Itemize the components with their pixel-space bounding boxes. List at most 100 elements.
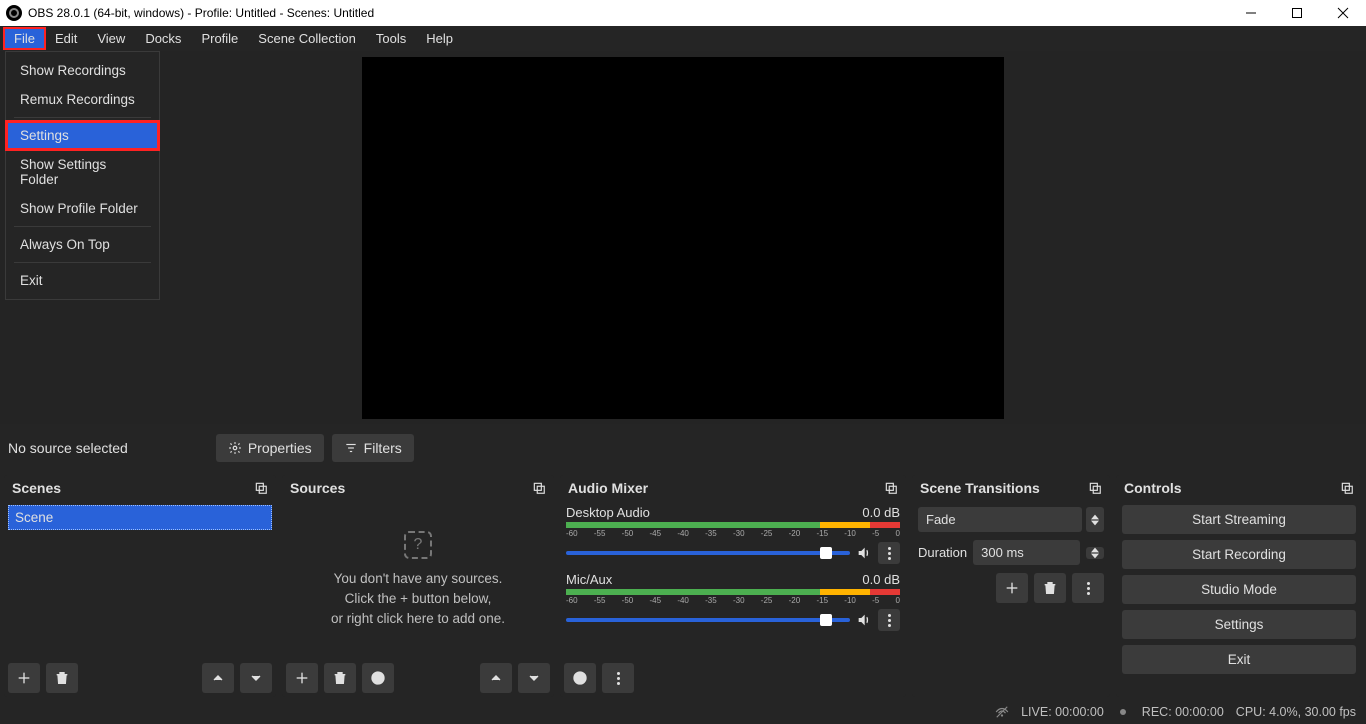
filters-label: Filters — [364, 440, 402, 456]
menubar: File Edit View Docks Profile Scene Colle… — [0, 26, 1366, 51]
menu-scene-collection[interactable]: Scene Collection — [248, 28, 366, 49]
menu-separator — [14, 262, 151, 263]
scene-item[interactable]: Scene — [8, 505, 272, 530]
volume-slider[interactable] — [566, 618, 850, 622]
audio-menu-button[interactable] — [602, 663, 634, 693]
remove-scene-button[interactable] — [46, 663, 78, 693]
duration-input[interactable]: 300 ms — [973, 540, 1080, 565]
popout-icon[interactable] — [1340, 481, 1354, 495]
volume-slider[interactable] — [566, 551, 850, 555]
menu-edit[interactable]: Edit — [45, 28, 87, 49]
chevron-down-icon — [526, 670, 542, 686]
menu-show-recordings[interactable]: Show Recordings — [6, 56, 159, 85]
exit-button[interactable]: Exit — [1122, 645, 1356, 674]
plus-icon — [1004, 580, 1020, 596]
popout-icon[interactable] — [1088, 481, 1102, 495]
titlebar: OBS 28.0.1 (64-bit, windows) - Profile: … — [0, 0, 1366, 26]
obs-logo-icon — [6, 5, 22, 21]
filters-button[interactable]: Filters — [332, 434, 414, 462]
menu-profile[interactable]: Profile — [191, 28, 248, 49]
gear-icon — [370, 670, 386, 686]
duration-spin[interactable] — [1086, 547, 1104, 559]
start-streaming-button[interactable]: Start Streaming — [1122, 505, 1356, 534]
chevron-down-icon — [1091, 520, 1099, 526]
properties-button[interactable]: Properties — [216, 434, 324, 462]
add-transition-button[interactable] — [996, 573, 1028, 603]
sources-empty-line3: or right click here to add one. — [331, 609, 505, 629]
close-button[interactable] — [1320, 0, 1366, 26]
scene-down-button[interactable] — [240, 663, 272, 693]
network-icon — [995, 705, 1009, 719]
sources-empty-line1: You don't have any sources. — [334, 569, 503, 589]
menu-always-on-top[interactable]: Always On Top — [6, 230, 159, 259]
menu-help[interactable]: Help — [416, 28, 463, 49]
speaker-icon[interactable] — [856, 612, 872, 628]
menu-separator — [14, 226, 151, 227]
menu-settings[interactable]: Settings — [6, 121, 159, 150]
no-source-label: No source selected — [8, 440, 128, 456]
scene-transitions-panel: Scene Transitions Fade Duration 300 ms — [912, 475, 1110, 697]
audio-track-db: 0.0 dB — [862, 505, 900, 520]
chevron-up-icon — [210, 670, 226, 686]
audio-track-mic: Mic/Aux0.0 dB -60-55-50-45-40-35-30-25-2… — [566, 572, 900, 631]
kebab-icon — [607, 667, 629, 689]
properties-label: Properties — [248, 440, 312, 456]
menu-file[interactable]: File — [4, 28, 45, 49]
gear-icon — [572, 670, 588, 686]
status-cpu: CPU: 4.0%, 30.00 fps — [1236, 705, 1356, 719]
scenes-panel: Scenes Scene — [4, 475, 276, 697]
advanced-audio-button[interactable] — [564, 663, 596, 693]
menu-separator — [14, 117, 151, 118]
audio-scale: -60-55-50-45-40-35-30-25-20-15-10-50 — [566, 596, 900, 605]
plus-icon — [294, 670, 310, 686]
popout-icon[interactable] — [532, 481, 546, 495]
source-down-button[interactable] — [518, 663, 550, 693]
sources-title: Sources — [290, 480, 345, 496]
menu-exit[interactable]: Exit — [6, 266, 159, 295]
audio-options-button[interactable] — [878, 542, 900, 564]
scene-up-button[interactable] — [202, 663, 234, 693]
audio-meter — [566, 522, 900, 528]
audio-scale: -60-55-50-45-40-35-30-25-20-15-10-50 — [566, 529, 900, 538]
menu-view[interactable]: View — [87, 28, 135, 49]
studio-mode-button[interactable]: Studio Mode — [1122, 575, 1356, 604]
menu-tools[interactable]: Tools — [366, 28, 416, 49]
menu-remux-recordings[interactable]: Remux Recordings — [6, 85, 159, 114]
controls-panel: Controls Start Streaming Start Recording… — [1116, 475, 1362, 697]
transition-spin[interactable] — [1086, 507, 1104, 532]
menu-show-profile-folder[interactable]: Show Profile Folder — [6, 194, 159, 223]
speaker-icon[interactable] — [856, 545, 872, 561]
source-settings-button[interactable] — [362, 663, 394, 693]
status-live: LIVE: 00:00:00 — [1021, 705, 1104, 719]
menu-docks[interactable]: Docks — [135, 28, 191, 49]
remove-transition-button[interactable] — [1034, 573, 1066, 603]
audio-track-name: Mic/Aux — [566, 572, 862, 587]
menu-show-settings-folder[interactable]: Show Settings Folder — [6, 150, 159, 194]
audio-mixer-panel: Audio Mixer Desktop Audio0.0 dB -60-55-5… — [560, 475, 906, 697]
minimize-button[interactable] — [1228, 0, 1274, 26]
add-scene-button[interactable] — [8, 663, 40, 693]
maximize-button[interactable] — [1274, 0, 1320, 26]
settings-button[interactable]: Settings — [1122, 610, 1356, 639]
popout-icon[interactable] — [884, 481, 898, 495]
sources-empty[interactable]: ? You don't have any sources. Click the … — [282, 501, 554, 659]
start-recording-button[interactable]: Start Recording — [1122, 540, 1356, 569]
source-up-button[interactable] — [480, 663, 512, 693]
transition-select[interactable]: Fade — [918, 507, 1082, 532]
statusbar: LIVE: 00:00:00 REC: 00:00:00 CPU: 4.0%, … — [0, 700, 1366, 724]
trash-icon — [332, 670, 348, 686]
chevron-down-icon — [1091, 553, 1099, 559]
audio-track-desktop: Desktop Audio0.0 dB -60-55-50-45-40-35-3… — [566, 505, 900, 564]
audio-options-button[interactable] — [878, 609, 900, 631]
window-title: OBS 28.0.1 (64-bit, windows) - Profile: … — [28, 6, 374, 20]
audio-mixer-title: Audio Mixer — [568, 480, 648, 496]
popout-icon[interactable] — [254, 481, 268, 495]
gear-icon — [228, 441, 242, 455]
add-source-button[interactable] — [286, 663, 318, 693]
preview-canvas[interactable] — [362, 57, 1004, 419]
status-rec: REC: 00:00:00 — [1142, 705, 1224, 719]
transition-menu-button[interactable] — [1072, 573, 1104, 603]
remove-source-button[interactable] — [324, 663, 356, 693]
sources-panel: Sources ? You don't have any sources. Cl… — [282, 475, 554, 697]
filter-icon — [344, 441, 358, 455]
